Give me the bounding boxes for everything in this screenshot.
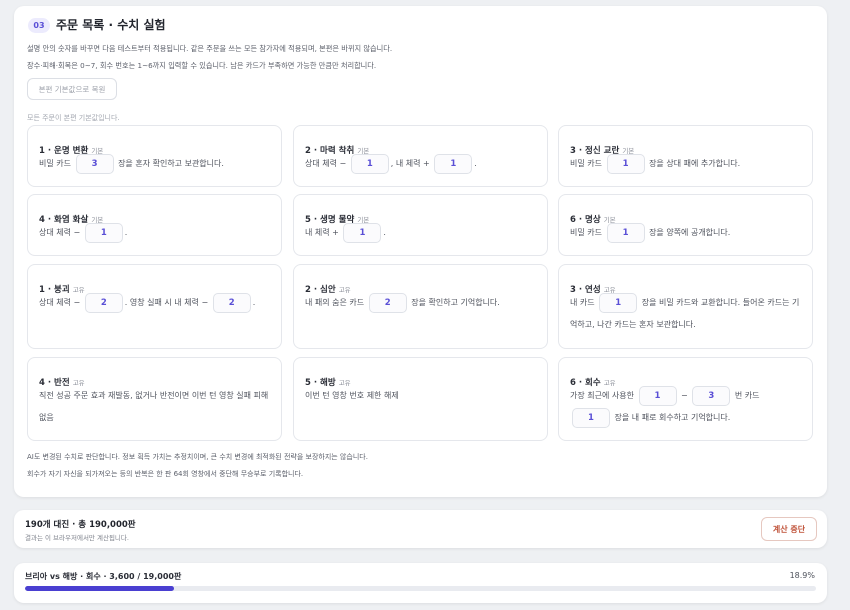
spell-description: 상대 체력 − 2. 영창 실패 시 내 체력 − 2. [39,292,271,314]
spell-text: 비밀 카드 [570,228,605,237]
spell-text: 번 카드 [732,391,760,400]
spell-text: . [474,159,477,168]
progress-panel: 브리아 vs 해방 · 회수 · 3,600 / 19,000판 18.9% [14,563,827,603]
number-input[interactable]: 2 [84,292,123,313]
spell-text: − [678,391,691,400]
spell-description: 비밀 카드 1 장을 상대 패에 추가합니다. [570,153,802,175]
spell-card: 6 · 명상 기본 비밀 카드 1 장을 양쪽에 공개합니다. [558,194,813,256]
number-input[interactable]: 1 [606,222,645,243]
number-input[interactable]: 1 [599,292,638,313]
spell-text: 장을 상대 패에 추가합니다. [646,159,741,168]
spell-description: 가장 최근에 사용한 1 − 3 번 카드 1 장을 내 패로 회수하고 기억합… [570,385,802,429]
number-input[interactable]: 1 [343,222,382,243]
progress-fill [25,586,175,591]
spell-description: 상대 체력 − 1. [39,222,271,244]
summary-subtitle: 결과는 이 브라우저에서만 계산됩니다. [25,534,129,542]
summary-panel: 190개 대진 · 총 190,000판 결과는 이 브라우저에서만 계산됩니다… [14,510,827,548]
number-input[interactable]: 2 [368,292,407,313]
number-input[interactable]: 1 [434,153,473,174]
spell-text: . [383,228,386,237]
spell-description: 이번 턴 영창 번호 제한 해제 [305,385,537,407]
spell-card: 6 · 회수 고유 가장 최근에 사용한 1 − 3 번 카드 1 장을 내 패로 … [558,357,813,441]
progress-label: 브리아 vs 해방 · 회수 · 3,600 / 19,000판 [25,572,182,581]
spell-text: 내 패의 숨은 카드 [305,298,367,307]
spell-text: , 내 체력 + [390,159,433,168]
spell-description: 내 카드 1 장을 비밀 카드와 교환합니다. 들어온 카드는 기억하고, 나간… [570,292,802,336]
progress-percent: 18.9% [789,571,815,580]
spell-description: 내 패의 숨은 카드 2 장을 확인하고 기억합니다. [305,292,537,314]
description-line-2: 장수·피해·회복은 0~7, 회수 번호는 1~6까지 입력할 수 있습니다. … [27,61,377,70]
number-input[interactable]: 2 [212,292,251,313]
stop-calculation-button[interactable]: 계산 중단 [761,517,817,541]
spell-description: 상대 체력 − 1, 내 체력 + 1. [305,153,537,175]
spell-card: 5 · 해방 고유 이번 턴 영창 번호 제한 해제 [293,357,548,441]
spell-text: . 영창 실패 시 내 체력 − [124,298,211,307]
spell-description: 비밀 카드 1 장을 양쪽에 공개합니다. [570,222,802,244]
spell-card: 2 · 마력 착취 기본 상대 체력 − 1, 내 체력 + 1. [293,125,548,187]
summary-title: 190개 대진 · 총 190,000판 [25,520,136,530]
spell-text: 상대 체력 − [305,159,349,168]
spell-card: 1 · 붕괴 고유 상대 체력 − 2. 영창 실패 시 내 체력 − 2. [27,264,282,349]
spell-text: 가장 최근에 사용한 [570,391,637,400]
step-badge: 03 [28,18,50,33]
spell-card: 2 · 심안 고유 내 패의 숨은 카드 2 장을 확인하고 기억합니다. [293,264,548,349]
spell-list-panel: 03 주문 목록 · 수치 실험 설명 안의 숫자를 바꾸면 다음 테스트부터 … [14,6,827,497]
spell-text: 직전 성공 주문 효과 재발동, 없거나 반전이면 이번 턴 영창 실패 피해 … [39,391,269,422]
number-input[interactable]: 1 [638,385,677,406]
spell-description: 내 체력 + 1. [305,222,537,244]
number-input[interactable]: 1 [84,222,123,243]
reset-defaults-button[interactable]: 본편 기본값으로 복원 [27,78,117,100]
spell-card: 3 · 정신 교란 기본 비밀 카드 1 장을 상대 패에 추가합니다. [558,125,813,187]
spell-text: 장을 내 패로 회수하고 기억합니다. [612,413,731,422]
spell-card: 5 · 생명 물약 기본 내 체력 + 1. [293,194,548,256]
spell-text: 상대 체력 − [39,298,83,307]
spell-text: 상대 체력 − [39,228,83,237]
progress-track [25,586,816,591]
spell-text: 비밀 카드 [39,159,74,168]
footnote-1: AI도 변경된 수치로 판단합니다. 정보 획득 가치는 추정치이며, 큰 수치… [27,453,368,461]
description-line-1: 설명 안의 숫자를 바꾸면 다음 테스트부터 적용됩니다. 같은 주문을 쓰는 … [27,44,393,53]
spell-description: 직전 성공 주문 효과 재발동, 없거나 반전이면 이번 턴 영창 실패 피해 … [39,385,271,429]
spell-text: 내 체력 + [305,228,342,237]
panel-title: 주문 목록 · 수치 실험 [56,18,166,32]
number-input[interactable]: 1 [350,153,389,174]
spell-card: 3 · 연성 고유 내 카드 1 장을 비밀 카드와 교환합니다. 들어온 카드는 … [558,264,813,349]
spell-text: 내 카드 [570,298,598,307]
spell-text: . [124,228,128,237]
number-input[interactable]: 3 [75,153,114,174]
spell-text: 장을 혼자 확인하고 보관합니다. [115,159,224,168]
spell-card: 1 · 운명 변환 기본 비밀 카드 3 장을 혼자 확인하고 보관합니다. [27,125,282,187]
number-input[interactable]: 3 [692,385,731,406]
number-input[interactable]: 1 [572,407,610,428]
spell-card: 4 · 화염 화살 기본 상대 체력 − 1. [27,194,282,256]
spell-text: 이번 턴 영창 번호 제한 해제 [305,391,399,400]
spell-description: 비밀 카드 3 장을 혼자 확인하고 보관합니다. [39,153,271,175]
spell-text: 비밀 카드 [570,159,605,168]
spell-text: . [252,298,256,307]
spell-text: 장을 양쪽에 공개합니다. [646,228,731,237]
defaults-note: 모든 주문이 본편 기본값입니다. [27,114,120,122]
footnote-2: 회수가 자기 자신을 되가져오는 등의 반복은 한 판 64회 영창에서 중단해… [27,470,304,478]
number-input[interactable]: 1 [606,153,645,174]
spell-card: 4 · 반전 고유 직전 성공 주문 효과 재발동, 없거나 반전이면 이번 턴 영… [27,357,282,441]
spell-text: 장을 확인하고 기억합니다. [408,298,500,307]
